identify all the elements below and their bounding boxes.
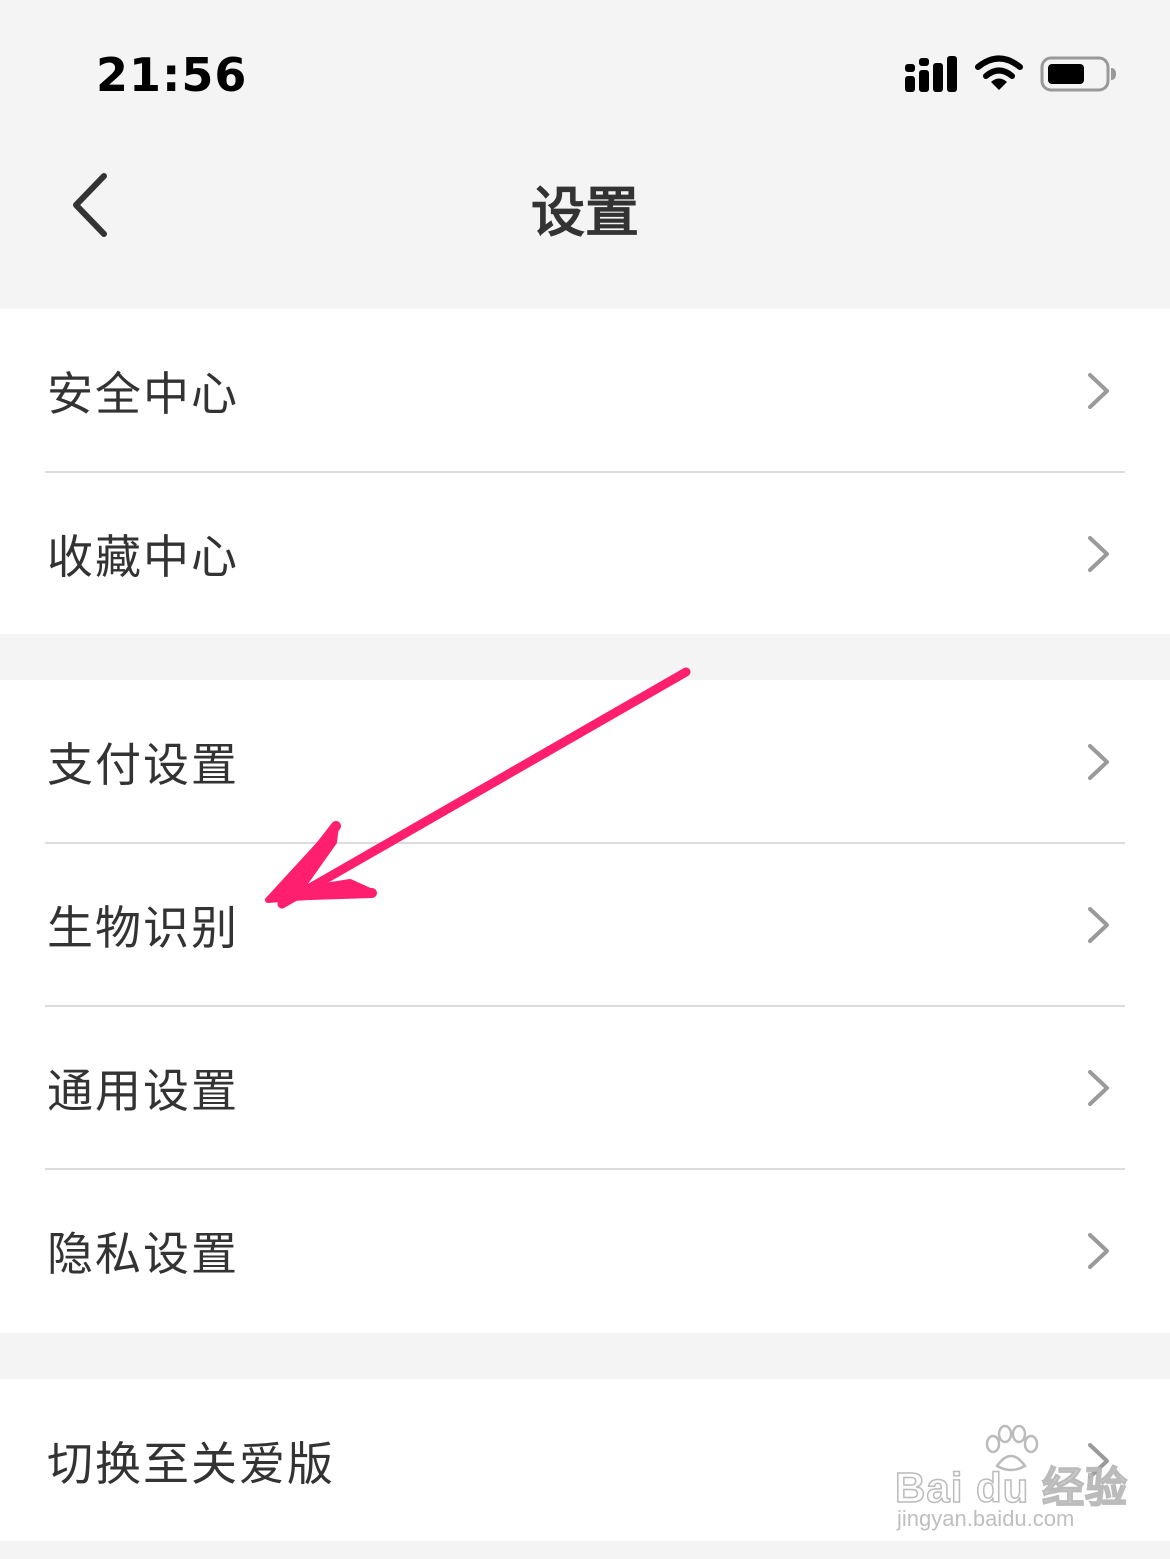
settings-row-favorites-center[interactable]: 收藏中心	[0, 471, 1170, 635]
row-label: 切换至关爱版	[47, 1436, 335, 1491]
chevron-right-icon	[1088, 1442, 1109, 1479]
row-label: 收藏中心	[47, 529, 239, 584]
row-label: 隐私设置	[47, 1226, 239, 1281]
status-bar: 21:56	[0, 0, 1170, 140]
row-label: 生物识别	[47, 900, 239, 955]
chevron-right-icon	[1088, 1232, 1109, 1269]
settings-row-privacy-settings[interactable]: 隐私设置	[0, 1168, 1170, 1332]
chevron-right-icon	[1088, 906, 1109, 943]
status-time: 21:56	[96, 48, 248, 102]
settings-row-general-settings[interactable]: 通用设置	[0, 1005, 1170, 1169]
row-label: 通用设置	[47, 1063, 239, 1118]
settings-row-switch-care-version[interactable]: 切换至关爱版	[0, 1379, 1170, 1542]
settings-group-2: 支付设置 生物识别 通用设置 隐私设置	[0, 680, 1170, 1333]
cellular-signal-icon	[905, 56, 957, 92]
wifi-icon	[975, 55, 1023, 90]
chevron-right-icon	[1088, 743, 1109, 780]
settings-row-payment-settings[interactable]: 支付设置	[0, 680, 1170, 843]
settings-row-security-center[interactable]: 安全中心	[0, 309, 1170, 472]
chevron-right-icon	[1088, 372, 1109, 409]
nav-bar: 设置	[0, 140, 1170, 310]
settings-group-1: 安全中心 收藏中心	[0, 309, 1170, 634]
settings-row-biometrics[interactable]: 生物识别	[0, 842, 1170, 1006]
row-label: 安全中心	[47, 366, 239, 421]
chevron-right-icon	[1088, 535, 1109, 572]
row-label: 支付设置	[47, 737, 239, 792]
settings-group-3: 切换至关爱版	[0, 1379, 1170, 1541]
chevron-right-icon	[1088, 1069, 1109, 1106]
battery-icon	[1040, 56, 1116, 92]
page-title: 设置	[531, 181, 639, 244]
